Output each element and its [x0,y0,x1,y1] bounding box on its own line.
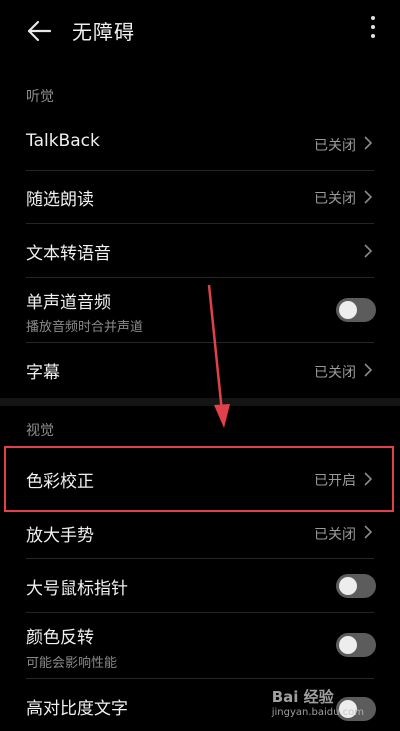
row-subtitle: 播放音频时合并声道 [26,320,144,335]
toggle-switch[interactable] [336,574,376,598]
row-captions[interactable]: 字幕 已关闭 [0,343,400,395]
row-label: 随选朗读 [26,190,94,210]
row-mono-audio[interactable]: 单声道音频 播放音频时合并声道 [0,278,400,342]
watermark-title: Bai 经验 [271,688,334,706]
row-select-to-speak[interactable]: 随选朗读 已关闭 [0,171,400,223]
row-subtitle: 可能会影响性能 [26,656,118,671]
watermark-url: jingyan.baidu.com [271,707,364,718]
chevron-right-icon [364,525,373,539]
chevron-right-icon [364,136,373,150]
chevron-right-icon [364,244,373,258]
row-talkback[interactable]: TalkBack 已关闭 [0,118,400,170]
toggle-knob [339,301,357,319]
toggle-switch[interactable] [336,298,376,322]
toggle-switch[interactable] [336,633,376,657]
chevron-right-icon [364,363,373,377]
annotation-highlight-box [4,446,394,512]
page-title: 无障碍 [72,20,135,44]
status-text: 已关闭 [314,527,356,543]
row-large-mouse-pointer[interactable]: 大号鼠标指针 [0,559,400,613]
section-label-vision: 视觉 [26,423,54,439]
row-label: 文本转语音 [26,244,111,264]
app-bar: 无障碍 [0,0,400,62]
toggle-knob [339,636,357,654]
row-color-inversion[interactable]: 颜色反转 可能会影响性能 [0,613,400,679]
row-label: 大号鼠标指针 [26,579,128,599]
row-label: 放大手势 [26,526,94,546]
section-gap [0,398,400,406]
row-label: 单声道音频 [26,293,111,313]
status-text: 已关闭 [314,191,356,207]
status-text: 已关闭 [314,365,356,381]
row-label: 颜色反转 [26,628,94,648]
back-arrow-icon[interactable] [26,18,52,44]
row-label: TalkBack [26,131,100,151]
chevron-right-icon [364,190,373,204]
section-label-hearing: 听觉 [26,89,54,105]
row-text-to-speech[interactable]: 文本转语音 [0,224,400,277]
status-text: 已关闭 [314,138,356,154]
more-options-icon[interactable] [368,16,378,44]
toggle-knob [339,577,357,595]
watermark: Bai 经验 jingyan.baidu.com [272,686,364,718]
row-label: 高对比度文字 [26,699,128,719]
row-label: 字幕 [26,363,60,383]
row-magnification-gesture[interactable]: 放大手势 已关闭 [0,512,400,562]
